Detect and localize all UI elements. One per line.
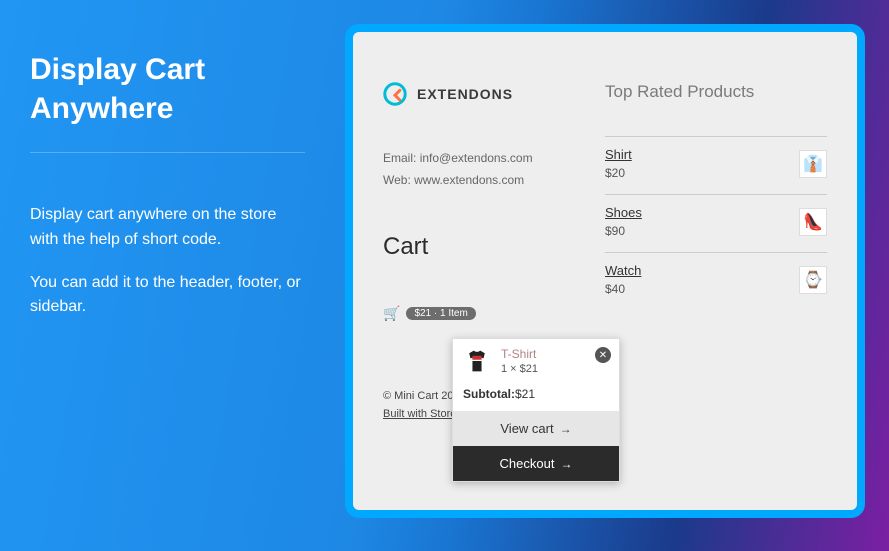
arrow-right-icon: → <box>560 422 572 436</box>
product-thumb-icon: 👔 <box>799 150 827 178</box>
checkout-button[interactable]: Checkout→ <box>453 446 619 481</box>
product-price: $90 <box>605 224 642 238</box>
product-name: Shoes <box>605 205 642 220</box>
contact-info: Email: info@extendons.com Web: www.exten… <box>383 148 605 191</box>
contact-web: www.extendons.com <box>414 173 524 187</box>
mini-cart-popover: T-Shirt 1 × $21 ✕ Subtotal:$21 View cart… <box>452 338 620 482</box>
popover-item-name: T-Shirt <box>501 347 538 361</box>
brand-name: EXTENDONS <box>417 86 513 102</box>
popover-cart-item: T-Shirt 1 × $21 ✕ <box>453 339 619 381</box>
product-row[interactable]: Shoes $90 👠 <box>605 194 827 252</box>
promo-paragraph-1: Display cart anywhere on the store with … <box>30 203 305 253</box>
divider <box>30 152 305 153</box>
top-rated-title: Top Rated Products <box>605 82 827 102</box>
cart-heading: Cart <box>383 233 605 261</box>
product-row[interactable]: Shirt $20 👔 <box>605 136 827 194</box>
product-price: $20 <box>605 166 632 180</box>
view-cart-button[interactable]: View cart→ <box>453 411 619 446</box>
product-price: $40 <box>605 282 641 296</box>
brand-row: EXTENDONS <box>383 82 605 106</box>
product-thumb-icon: ⌚ <box>799 266 827 294</box>
promo-title: Display Cart Anywhere <box>30 50 305 128</box>
cart-icon: 🛒 <box>383 305 400 322</box>
contact-email-label: Email: <box>383 151 420 165</box>
mini-cart-badge: $21 · 1 Item <box>406 307 475 320</box>
contact-web-label: Web: <box>383 173 414 187</box>
promo-paragraph-2: You can add it to the header, footer, or… <box>30 271 305 321</box>
product-thumb-icon: 👠 <box>799 208 827 236</box>
tshirt-icon <box>463 347 491 375</box>
product-name: Shirt <box>605 147 632 162</box>
popover-item-qty-price: 1 × $21 <box>501 363 538 375</box>
product-row[interactable]: Watch $40 ⌚ <box>605 252 827 310</box>
mini-cart-trigger[interactable]: 🛒 $21 · 1 Item <box>383 305 605 322</box>
arrow-right-icon: → <box>560 457 572 471</box>
product-name: Watch <box>605 263 641 278</box>
contact-email: info@extendons.com <box>420 151 533 165</box>
brand-logo-icon <box>383 82 407 106</box>
popover-subtotal: Subtotal:$21 <box>453 381 619 411</box>
remove-item-icon[interactable]: ✕ <box>595 347 611 363</box>
